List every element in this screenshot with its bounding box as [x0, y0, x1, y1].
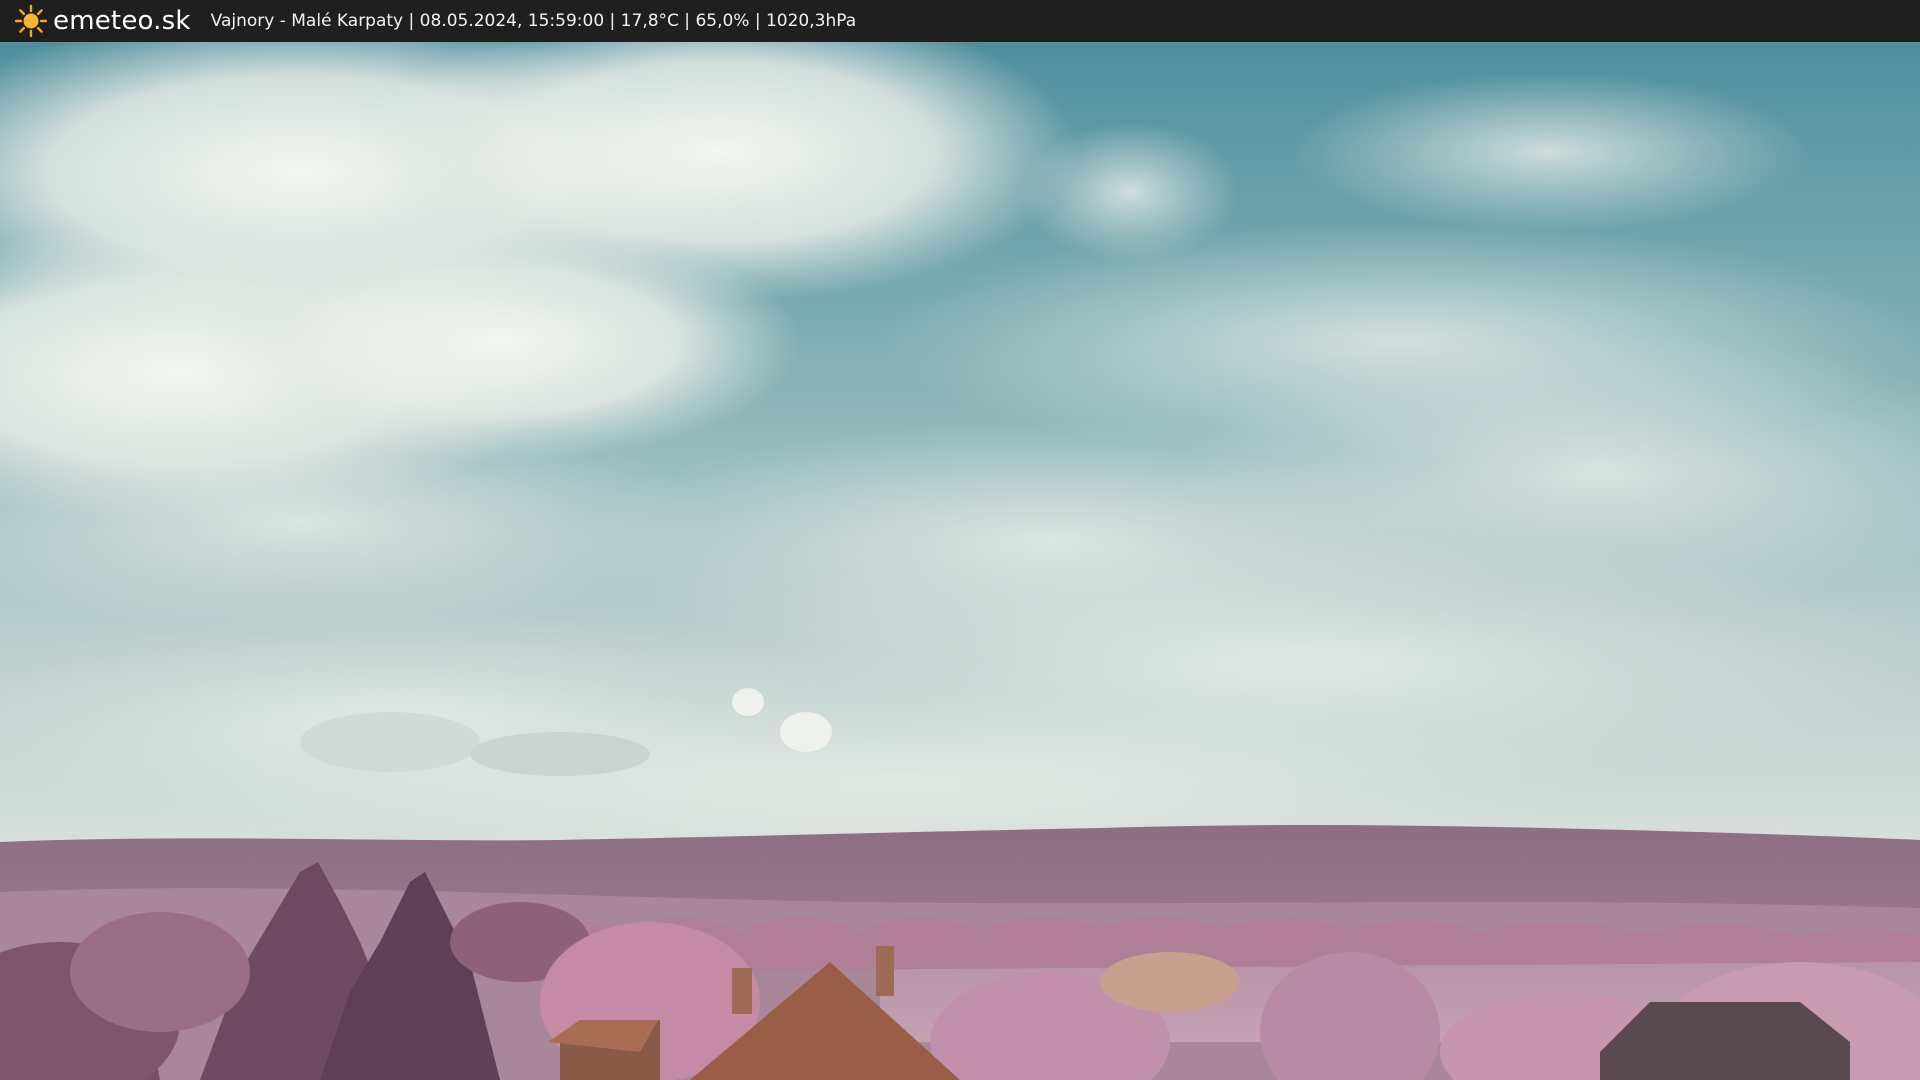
- logo-text: emeteo.sk: [53, 6, 191, 36]
- webcam-caption: Vajnory - Malé Karpaty | 08.05.2024, 15:…: [210, 11, 857, 31]
- logo[interactable]: emeteo.sk: [14, 0, 191, 42]
- webcam-frame: emeteo.sk Vajnory - Malé Karpaty | 08.05…: [0, 0, 1920, 1080]
- sun-icon: [14, 4, 48, 38]
- top-bar: emeteo.sk Vajnory - Malé Karpaty | 08.05…: [0, 0, 1920, 42]
- webcam-image: [0, 42, 1920, 1080]
